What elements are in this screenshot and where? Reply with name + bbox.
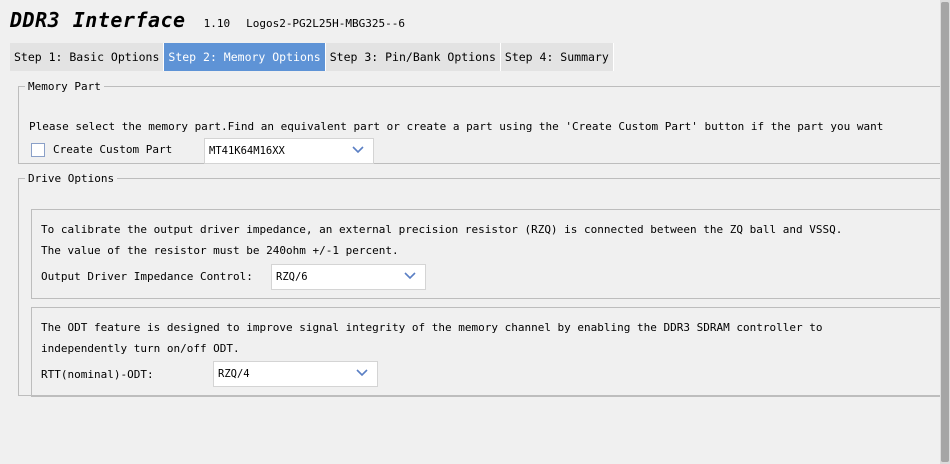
impedance-control-select[interactable]: RZQ/6 <box>271 264 426 290</box>
chevron-down-icon <box>352 146 364 154</box>
tab-memory-options[interactable]: Step 2: Memory Options <box>164 43 326 71</box>
step-tabs: Step 1: Basic Options Step 2: Memory Opt… <box>10 43 614 71</box>
tab-pin-bank-options[interactable]: Step 3: Pin/Bank Options <box>325 43 501 71</box>
odt-panel: The ODT feature is designed to improve s… <box>31 307 944 397</box>
impedance-panel: To calibrate the output driver impedance… <box>31 209 944 299</box>
chevron-down-icon <box>404 272 416 280</box>
memory-part-value: MT41K64M16XX <box>209 145 285 157</box>
vertical-scrollbar[interactable] <box>940 0 950 464</box>
scrollbar-thumb[interactable] <box>941 2 949 462</box>
impedance-control-value: RZQ/6 <box>276 271 308 283</box>
create-custom-part-checkbox[interactable] <box>31 143 45 157</box>
odt-description-line1: The ODT feature is designed to improve s… <box>41 321 823 334</box>
page-title: DDR3 Interface <box>10 8 186 32</box>
rtt-nominal-odt-select[interactable]: RZQ/4 <box>213 361 378 387</box>
memory-part-select[interactable]: MT41K64M16XX <box>204 138 374 164</box>
header: DDR3 Interface 1.10 Logos2-PG2L25H-MBG32… <box>10 8 405 38</box>
drive-options-group: Drive Options To calibrate the output dr… <box>18 172 944 397</box>
create-custom-part-label: Create Custom Part <box>53 143 173 156</box>
memory-part-group: Memory Part Please select the memory par… <box>18 80 944 164</box>
impedance-description-line2: The value of the resistor must be 240ohm… <box>41 244 399 257</box>
impedance-control-label: Output Driver Impedance Control: <box>41 270 253 283</box>
impedance-description-line1: To calibrate the output driver impedance… <box>41 223 843 236</box>
rtt-nominal-odt-label: RTT(nominal)-ODT: <box>41 368 154 381</box>
tab-summary[interactable]: Step 4: Summary <box>500 43 614 71</box>
drive-options-legend: Drive Options <box>28 172 115 185</box>
rtt-nominal-odt-value: RZQ/4 <box>218 368 250 380</box>
device-label: Logos2-PG2L25H-MBG325--6 <box>246 17 406 30</box>
version-label: 1.10 <box>203 17 231 30</box>
chevron-down-icon <box>356 369 368 377</box>
memory-part-description: Please select the memory part.Find an eq… <box>29 120 884 133</box>
memory-part-legend: Memory Part <box>28 80 101 93</box>
odt-description-line2: independently turn on/off ODT. <box>41 342 240 355</box>
tab-basic-options[interactable]: Step 1: Basic Options <box>10 43 165 71</box>
